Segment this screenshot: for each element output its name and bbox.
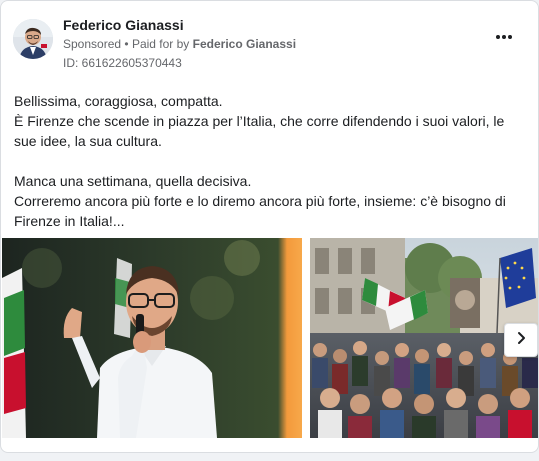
carousel-next-button[interactable] bbox=[504, 323, 538, 357]
post-header: Federico Gianassi Sponsored • Paid for b… bbox=[13, 15, 526, 71]
post-text-line: Manca una settimana, quella decisiva. bbox=[14, 173, 252, 189]
sponsored-line: Sponsored • Paid for by Federico Gianass… bbox=[63, 37, 296, 51]
post-text-line: È Firenze che scende in piazza per l’Ita… bbox=[14, 113, 505, 149]
image-carousel bbox=[2, 238, 538, 438]
paid-for-name: Federico Gianassi bbox=[192, 37, 297, 51]
more-horizontal-icon bbox=[496, 35, 512, 39]
ad-card: Federico Gianassi Sponsored • Paid for b… bbox=[0, 0, 539, 453]
carousel-image-speaker[interactable] bbox=[2, 238, 302, 438]
separator-dot: • bbox=[124, 37, 129, 51]
ad-id: ID: 661622605370443 bbox=[63, 56, 182, 70]
page-name[interactable]: Federico Gianassi bbox=[63, 17, 184, 33]
post-text: Bellissima, coraggiosa, compatta. È Fire… bbox=[14, 91, 529, 231]
post-text-line: Correremo ancora più forte e lo diremo a… bbox=[14, 193, 506, 229]
more-options-button[interactable] bbox=[492, 27, 516, 47]
page-avatar[interactable] bbox=[13, 19, 53, 59]
chevron-right-icon bbox=[514, 331, 528, 350]
sponsored-label: Sponsored bbox=[63, 37, 122, 51]
post-text-line: Bellissima, coraggiosa, compatta. bbox=[14, 93, 223, 109]
paid-for-label: Paid for by bbox=[131, 37, 190, 51]
